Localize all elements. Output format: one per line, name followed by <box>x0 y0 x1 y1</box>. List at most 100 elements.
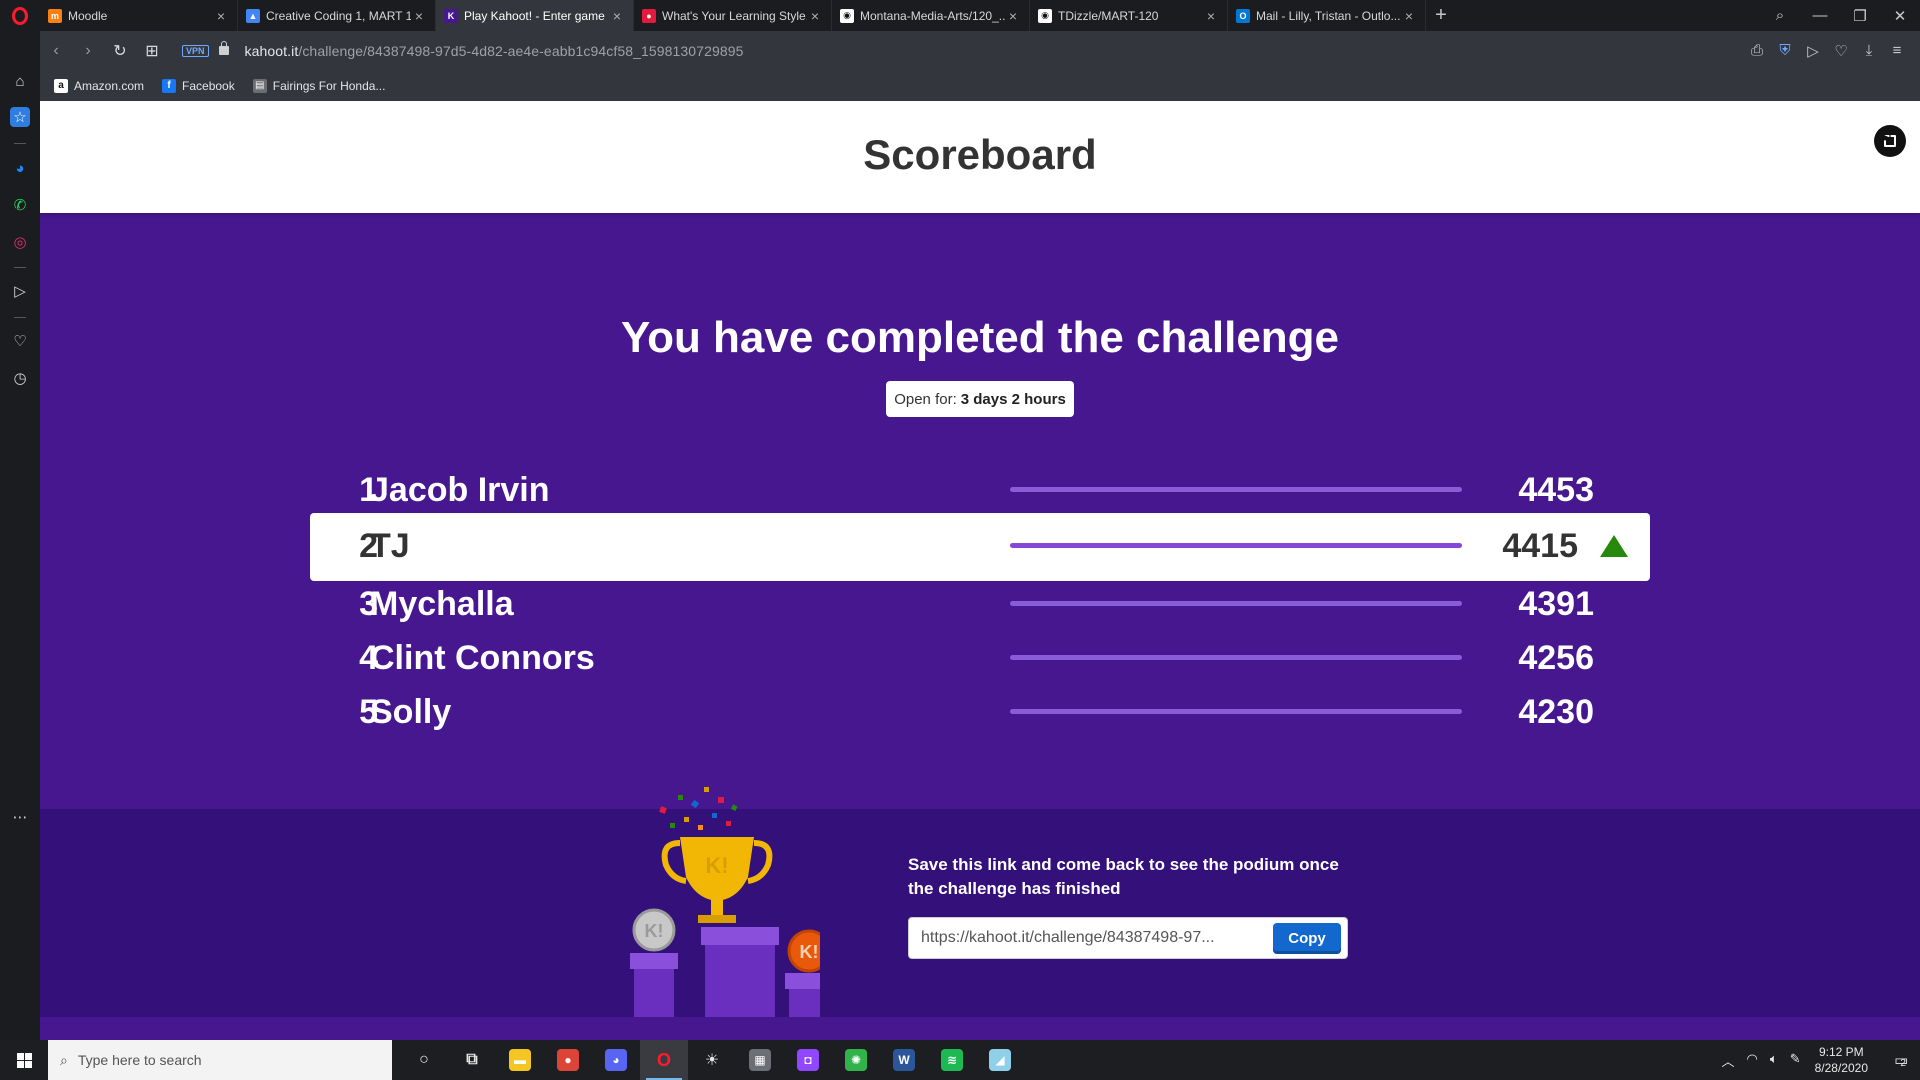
search-tabs-icon[interactable]: ⌕ <box>1760 7 1800 24</box>
tab-close-icon[interactable]: × <box>609 8 625 24</box>
easy-setup-icon[interactable]: ≡ <box>1888 42 1906 59</box>
taskbar-search-placeholder: Type here to search <box>77 1052 202 1068</box>
spotify-icon: ≋ <box>941 1049 963 1071</box>
taskbar-app-button[interactable]: ≋ <box>928 1040 976 1080</box>
taskbar-search[interactable]: ⌕ Type here to search <box>48 1040 392 1080</box>
lock-icon[interactable] <box>218 41 229 55</box>
notification-button[interactable]: ▭ 2 <box>1880 1040 1920 1080</box>
volume-icon[interactable]: 🔈︎ <box>1770 1051 1778 1070</box>
open-for-label: Open for: <box>894 390 957 408</box>
clock-time: 9:12 PM <box>1818 1045 1864 1059</box>
more-options-icon[interactable]: ⋯ <box>10 807 30 827</box>
flow-icon[interactable]: ▷ <box>10 281 30 301</box>
tab-list: m Moodle × ▲ Creative Coding 1, MART 1... × K P… <box>40 0 1426 31</box>
taskbar-app-button[interactable]: ◕ <box>592 1040 640 1080</box>
whatsapp-icon[interactable]: ✆ <box>10 195 30 215</box>
share-link-input[interactable] <box>921 929 1261 947</box>
browser-tab[interactable]: O Mail - Lilly, Tristan - Outlo... × <box>1228 0 1426 31</box>
taskbar-app-button[interactable]: ▬ <box>496 1040 544 1080</box>
taskbar-app-button[interactable]: ☀ <box>688 1040 736 1080</box>
browser-tab[interactable]: ◉ Montana-Media-Arts/120_... × <box>832 0 1030 31</box>
browser-tab[interactable]: m Moodle × <box>40 0 238 31</box>
url-field[interactable]: kahoot.it/challenge/84387498-97d5-4d82-a… <box>245 43 744 59</box>
scoreboard-header: Scoreboard <box>40 101 1920 213</box>
adblock-shield-icon[interactable]: ⛨ <box>1776 42 1794 59</box>
taskbar-app-button[interactable]: ▦ <box>736 1040 784 1080</box>
tab-title: Montana-Media-Arts/120_... <box>860 8 1005 23</box>
tab-favicon-icon: ▲ <box>246 8 260 23</box>
network-app-icon: ✺ <box>845 1049 867 1071</box>
opera-icon: O <box>656 1049 671 1070</box>
chevron-up-icon[interactable]: ︿ <box>1722 1051 1735 1070</box>
taskbar-app-button[interactable]: ◢ <box>976 1040 1024 1080</box>
browser-tab[interactable]: ▲ Creative Coding 1, MART 1... × <box>238 0 436 31</box>
fullscreen-button[interactable] <box>1874 125 1906 157</box>
taskbar-apps: ○ ⧉ ▬ ● ◕ O ☀ ▦ ◘ ✺ W ≋ ◢ <box>400 1040 1024 1080</box>
taskbar-app-button[interactable]: ◘ <box>784 1040 832 1080</box>
taskbar-clock[interactable]: 9:12 PM 8/28/2020 <box>1815 1044 1868 1076</box>
tab-close-icon[interactable]: × <box>411 8 427 24</box>
minimize-button[interactable]: — <box>1800 7 1840 24</box>
player-name: Jacob Irvin <box>370 471 550 509</box>
bookmark-item[interactable]: f Facebook <box>162 78 235 93</box>
address-bar-actions: ⎙ ⛨ ▷ ♡ ⤓ ≡ <box>1748 31 1906 70</box>
speed-dial-icon[interactable]: ☆ <box>10 107 30 127</box>
reload-button[interactable]: ↻ <box>104 41 136 61</box>
screen: m Moodle × ▲ Creative Coding 1, MART 1... × K P… <box>0 0 1920 1080</box>
kahoot-page: Scoreboard You have completed the challe… <box>40 101 1920 1040</box>
restore-button[interactable]: ❐ <box>1840 7 1880 25</box>
windows-logo-icon <box>16 1052 32 1068</box>
rank-up-arrow-icon <box>1600 535 1628 557</box>
home-icon[interactable]: ⌂ <box>10 71 30 91</box>
player-score: 4230 <box>1518 693 1594 731</box>
bookmark-item[interactable]: ▤ Fairings For Honda... <box>252 78 385 93</box>
send-icon[interactable]: ▷ <box>1804 42 1822 60</box>
footer-strip <box>40 1017 1920 1040</box>
tab-title: Creative Coding 1, MART 1... <box>266 8 411 23</box>
open-for-value: 3 days 2 hours <box>960 390 1066 408</box>
score-bar <box>1010 709 1462 714</box>
tab-grid-icon[interactable]: ⊞ <box>136 41 168 61</box>
taskbar-app-button[interactable]: ○ <box>400 1040 448 1080</box>
bookmark-heart-icon[interactable]: ♡ <box>1832 42 1850 60</box>
sidebar-divider <box>14 143 26 144</box>
snapshot-icon[interactable]: ⎙ <box>1748 42 1766 59</box>
instagram-icon[interactable]: ◎ <box>10 232 30 252</box>
pen-icon[interactable]: ✎ <box>1790 1051 1801 1070</box>
taskbar-app-button[interactable]: ✺ <box>832 1040 880 1080</box>
browser-tab[interactable]: ● What's Your Learning Style... × <box>634 0 832 31</box>
bookmark-item[interactable]: a Amazon.com <box>54 78 144 93</box>
trophy-podium-illustration: K! K! K! <box>630 787 820 1017</box>
tab-favicon-icon: K <box>444 8 458 23</box>
bookmarks-heart-icon[interactable]: ♡ <box>10 331 30 351</box>
tab-favicon-icon: ◉ <box>1038 8 1052 23</box>
copy-button[interactable]: Copy <box>1273 923 1341 954</box>
back-button[interactable]: ‹ <box>40 42 72 60</box>
taskbar-app-button[interactable]: W <box>880 1040 928 1080</box>
history-icon[interactable]: ◷ <box>10 368 30 388</box>
window-controls: ⌕ — ❐ ✕ <box>1760 0 1920 31</box>
cortana-icon: ○ <box>419 1051 429 1068</box>
browser-tab[interactable]: ◉ TDizzle/MART-120 × <box>1030 0 1228 31</box>
taskbar-app-button[interactable]: O <box>640 1040 688 1080</box>
opera-menu-icon[interactable] <box>0 0 40 31</box>
messenger-icon[interactable]: ◕ <box>10 158 30 178</box>
download-icon[interactable]: ⤓ <box>1860 42 1878 59</box>
open-for-badge: Open for: 3 days 2 hours <box>886 381 1074 417</box>
close-window-button[interactable]: ✕ <box>1880 7 1920 25</box>
tab-close-icon[interactable]: × <box>1203 8 1219 24</box>
tab-close-icon[interactable]: × <box>213 8 229 24</box>
svg-text:K!: K! <box>645 921 664 941</box>
tab-close-icon[interactable]: × <box>807 8 823 24</box>
tab-close-icon[interactable]: × <box>1401 8 1417 24</box>
taskbar-app-button[interactable]: ⧉ <box>448 1040 496 1080</box>
vpn-badge[interactable]: VPN <box>182 44 209 57</box>
wifi-icon[interactable]: ◠ <box>1747 1051 1758 1070</box>
browser-tab[interactable]: K Play Kahoot! - Enter game P... × <box>436 0 634 31</box>
tab-close-icon[interactable]: × <box>1005 8 1021 24</box>
url-host: kahoot.it <box>244 42 299 59</box>
taskbar-app-button[interactable]: ● <box>544 1040 592 1080</box>
forward-button[interactable]: › <box>72 42 104 60</box>
start-button[interactable] <box>0 1040 48 1080</box>
new-tab-button[interactable]: + <box>1426 4 1456 27</box>
